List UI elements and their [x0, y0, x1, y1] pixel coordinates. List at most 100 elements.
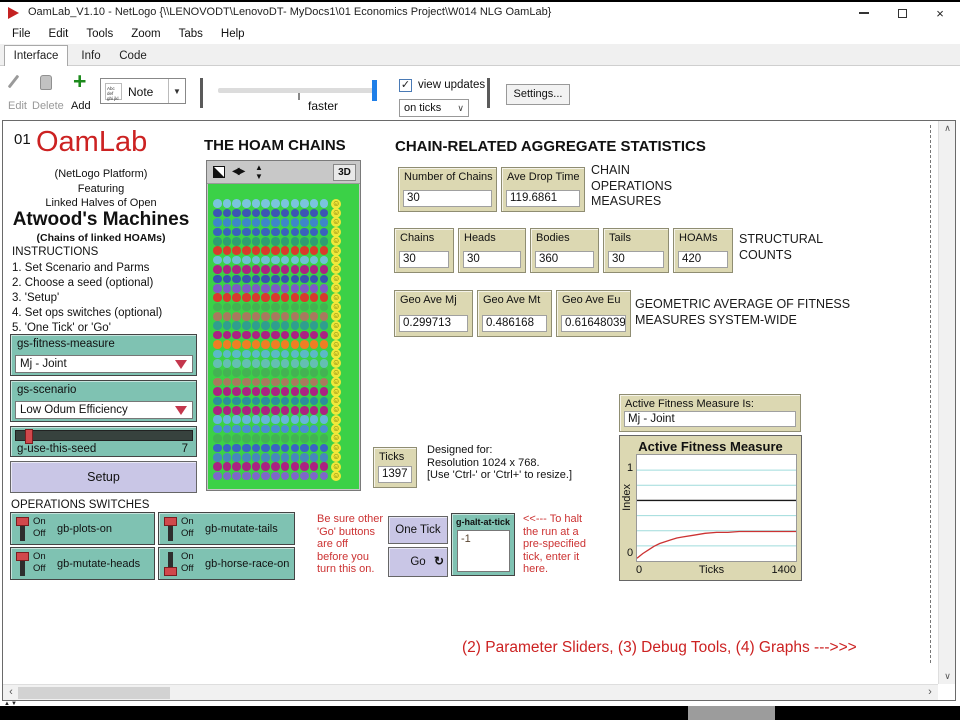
hoam-agent-dot: [213, 359, 222, 368]
hoam-agent-dot: [242, 453, 251, 462]
world-canvas[interactable]: ☺☺☺☺☺☺☺☺☺☺☺☺☺☺☺☺☺☺☺☺☺☺☺☺☺☺☺☺☺☺: [208, 184, 359, 489]
instruction-5: 5. 'One Tick' or 'Go': [12, 322, 111, 334]
hoam-agent-dot: [242, 209, 251, 218]
add-button[interactable]: Add: [71, 100, 91, 112]
horizontal-scrollbar[interactable]: ‹ ›: [3, 684, 938, 700]
chain-row: ☺: [213, 199, 359, 208]
hoam-agent-dot: [213, 472, 222, 481]
menu-help[interactable]: Help: [212, 28, 254, 40]
delete-eraser-icon: [40, 75, 52, 90]
speed-slider-track[interactable]: [218, 88, 376, 93]
close-button[interactable]: ×: [924, 2, 956, 24]
settings-button[interactable]: Settings...: [506, 84, 570, 105]
switch-track: [168, 517, 173, 541]
chooser-select[interactable]: Low Odum Efficiency: [15, 401, 193, 419]
hoam-agent-dot: [223, 425, 232, 434]
delete-button[interactable]: Delete: [32, 100, 64, 112]
hoam-agent-dot: [213, 397, 222, 406]
smiley-agent-icon: ☺: [331, 330, 341, 340]
edit-button[interactable]: Edit: [8, 100, 27, 112]
hoam-agent-dot: [242, 312, 251, 321]
menu-file[interactable]: File: [3, 28, 40, 40]
tab-interface[interactable]: Interface: [4, 45, 68, 66]
hoam-agent-dot: [310, 368, 319, 377]
switch-thumb[interactable]: [164, 567, 177, 576]
switch-widget[interactable]: On Off gb-plots-on: [10, 512, 155, 545]
hoam-agent-dot: [223, 237, 232, 246]
chain-row: ☺: [213, 284, 359, 293]
hoam-agent-dot: [281, 237, 290, 246]
hoam-agent-dot: [310, 453, 319, 462]
chain-row: ☺: [213, 227, 359, 236]
setup-button[interactable]: Setup: [10, 461, 197, 493]
menu-tabs[interactable]: Tabs: [170, 28, 212, 40]
menu-tools[interactable]: Tools: [77, 28, 122, 40]
menu-zoom[interactable]: Zoom: [122, 28, 169, 40]
hoam-agent-dot: [223, 434, 232, 443]
hoam-agent-dot: [320, 275, 329, 284]
hoam-agent-dot: [310, 462, 319, 471]
slider-thumb[interactable]: [25, 429, 33, 444]
chain-row: ☺: [213, 377, 359, 386]
hoam-agent-dot: [242, 199, 251, 208]
switch-widget[interactable]: On Off gb-horse-race-on: [158, 547, 295, 580]
smiley-agent-icon: ☺: [331, 217, 341, 227]
scroll-right-icon[interactable]: ›: [923, 685, 937, 701]
chain-row: ☺: [213, 406, 359, 415]
monitor-ave-drop-time: Ave Drop Time 119.6861: [501, 167, 585, 212]
hoam-agent-dot: [213, 406, 222, 415]
tab-code[interactable]: Code: [112, 48, 154, 66]
hoam-agent-dot: [232, 275, 241, 284]
hoam-agent-dot: [213, 218, 222, 227]
switch-widget[interactable]: On Off gb-mutate-tails: [158, 512, 295, 545]
view-updates-checkbox[interactable]: ✓: [399, 79, 412, 92]
hoam-agent-dot: [320, 237, 329, 246]
tab-info[interactable]: Info: [72, 48, 110, 66]
chain-row: ☺: [213, 424, 359, 433]
chain-row: ☺: [213, 396, 359, 405]
hoam-agent-dot: [300, 265, 309, 274]
hoam-agent-dot: [261, 359, 270, 368]
hoam-agent-dot: [320, 293, 329, 302]
hoam-agent-dot: [271, 218, 280, 227]
world-vertical-wrap-icon[interactable]: ▲▼: [255, 163, 263, 181]
switch-thumb[interactable]: [164, 517, 177, 526]
hoam-agent-dot: [261, 265, 270, 274]
hoam-agent-dot: [310, 284, 319, 293]
switch-widget[interactable]: On Off gb-mutate-heads: [10, 547, 155, 580]
menu-edit[interactable]: Edit: [40, 28, 78, 40]
hoam-agent-dot: [252, 406, 261, 415]
hoam-agent-dot: [232, 237, 241, 246]
hoam-agent-dot: [232, 199, 241, 208]
maximize-button[interactable]: [886, 2, 918, 24]
hoam-agent-dot: [320, 246, 329, 255]
update-mode-select[interactable]: on ticks ∨: [399, 99, 469, 117]
hoam-agent-dot: [310, 303, 319, 312]
slider-track[interactable]: [15, 430, 193, 441]
vertical-scrollbar[interactable]: ∧ ∨: [938, 121, 955, 684]
speed-slider-thumb[interactable]: [372, 80, 377, 101]
switch-on-label: On: [33, 551, 46, 562]
chooser-select[interactable]: Mj - Joint: [15, 355, 193, 373]
update-mode-value: on ticks: [404, 102, 441, 114]
switch-on-label: On: [181, 516, 194, 527]
horizontal-scrollbar-thumb[interactable]: [18, 687, 170, 699]
halt-at-tick-input[interactable]: -1: [457, 530, 510, 572]
widget-type-dropdown[interactable]: Abc def ghi jkl Note ▼: [100, 78, 186, 104]
hoam-agent-dot: [281, 378, 290, 387]
world-shape-icon[interactable]: [213, 166, 225, 178]
world-horizontal-wrap-icon[interactable]: ◀▶: [232, 166, 243, 177]
smiley-agent-icon: ☺: [331, 405, 341, 415]
one-tick-button[interactable]: One Tick: [388, 516, 448, 544]
hoam-agent-dot: [223, 340, 232, 349]
scroll-left-icon[interactable]: ‹: [4, 685, 18, 701]
hoam-agent-dot: [320, 321, 329, 330]
go-button[interactable]: Go ↻: [388, 547, 448, 577]
switch-thumb[interactable]: [16, 517, 29, 526]
hoam-agent-dot: [223, 472, 232, 481]
scroll-down-icon[interactable]: ∨: [939, 669, 956, 684]
world-3d-button[interactable]: 3D: [333, 164, 356, 181]
switch-thumb[interactable]: [16, 552, 29, 561]
minimize-button[interactable]: [848, 2, 880, 24]
scroll-up-icon[interactable]: ∧: [939, 121, 956, 136]
